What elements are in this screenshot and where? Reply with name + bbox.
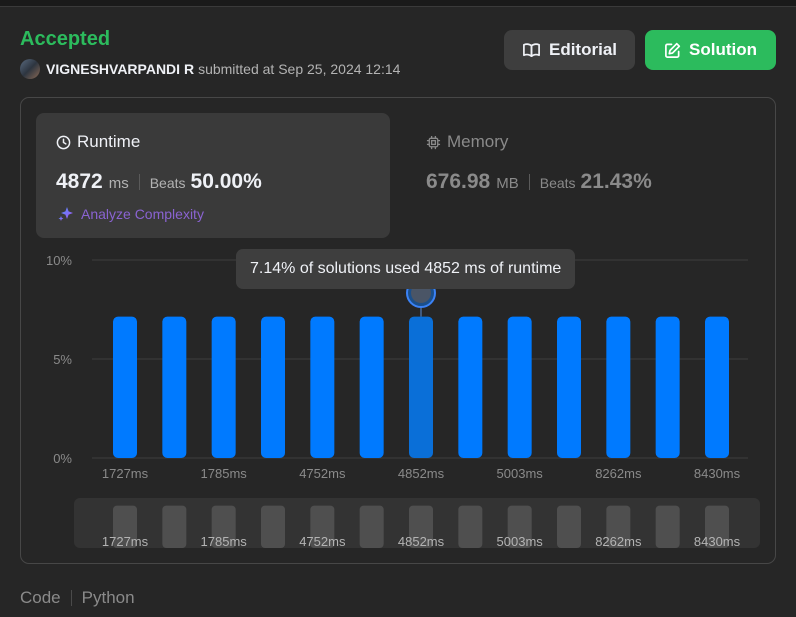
chart-bar[interactable]: [507, 316, 532, 458]
runtime-metric: 4872 ms Beats 50.00%: [56, 170, 262, 194]
chart-bar[interactable]: [211, 316, 236, 458]
chart-bar[interactable]: [705, 316, 729, 458]
runtime-value: 4872: [56, 170, 103, 193]
chart-bar[interactable]: [113, 316, 137, 458]
avatar[interactable]: [20, 59, 40, 79]
memory-value: 676.98: [426, 170, 491, 193]
metric-divider: [138, 174, 140, 190]
chart-bar[interactable]: [162, 316, 187, 458]
editorial-button[interactable]: Editorial: [504, 30, 635, 70]
chart-bar[interactable]: [458, 316, 483, 458]
memory-title[interactable]: Memory: [426, 132, 508, 152]
edit-icon: [665, 42, 681, 58]
runtime-beats-value: 50.00%: [190, 170, 262, 193]
analyze-complexity-label: Analyze Complexity: [81, 206, 204, 222]
chart-bar[interactable]: [359, 316, 384, 458]
chart-bar[interactable]: [557, 316, 581, 458]
submitted-time: submitted at Sep 25, 2024 12:14: [198, 61, 401, 77]
range-slider[interactable]: [74, 498, 760, 548]
chart-bar[interactable]: [310, 316, 335, 458]
editorial-label: Editorial: [548, 40, 617, 59]
memory-beats-value: 21.43%: [580, 170, 652, 193]
analyze-complexity-link[interactable]: Analyze Complexity: [57, 205, 204, 223]
solution-label: Solution: [689, 40, 757, 59]
language-label: Python: [81, 588, 135, 607]
submission-status: Accepted: [20, 28, 111, 50]
chart-bar[interactable]: [606, 316, 631, 458]
submission-info: VIGNESHVARPANDI R submitted at Sep 25, 2…: [20, 59, 400, 79]
clock-icon: [56, 135, 71, 149]
chip-icon: [426, 135, 441, 149]
top-divider: [0, 0, 796, 7]
footer-divider: [70, 590, 72, 606]
solution-button[interactable]: Solution: [645, 30, 776, 70]
runtime-unit: ms: [108, 175, 129, 192]
memory-beats-label: Beats: [539, 175, 576, 191]
metric-divider: [528, 174, 530, 190]
runtime-title: Runtime: [56, 132, 140, 152]
memory-unit: MB: [496, 175, 519, 192]
runtime-title-label: Runtime: [77, 132, 141, 151]
chart-bar[interactable]: [655, 316, 680, 458]
memory-title-label: Memory: [447, 132, 509, 151]
username[interactable]: VIGNESHVARPANDI R: [46, 61, 194, 77]
chart-bar[interactable]: [409, 316, 433, 458]
book-icon: [523, 43, 540, 58]
code-footer: Code Python: [20, 588, 135, 608]
chart-bar[interactable]: [261, 316, 285, 458]
memory-metric: 676.98 MB Beats 21.43%: [426, 170, 652, 194]
code-label: Code: [20, 588, 61, 607]
sparkle-icon: [58, 207, 73, 221]
chart-tooltip: 7.14% of solutions used 4852 ms of runti…: [236, 249, 576, 289]
runtime-beats-label: Beats: [149, 175, 186, 191]
